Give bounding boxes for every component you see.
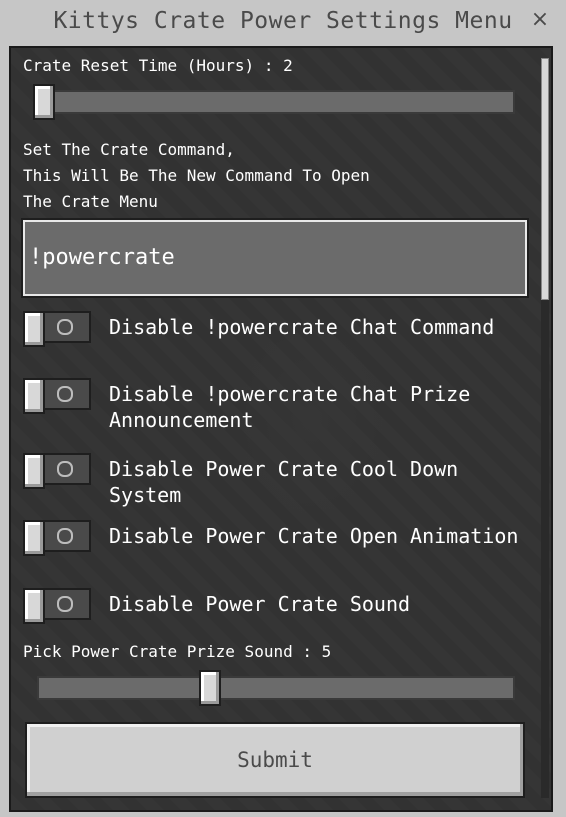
settings-form: Crate Reset Time (Hours) : 2 Set The Cra… xyxy=(11,48,551,810)
toggle-knob xyxy=(23,378,45,414)
command-description-line-1: Set The Crate Command, xyxy=(23,140,235,159)
toggle-off-icon xyxy=(57,461,73,477)
reset-time-slider-thumb[interactable] xyxy=(33,84,55,120)
toggle-label-prize-announcement: Disable !powercrate Chat Prize Announcem… xyxy=(109,382,471,432)
toggle-knob xyxy=(23,520,45,556)
toggle-knob xyxy=(23,588,45,624)
toggle-disable-prize-announcement[interactable] xyxy=(23,378,91,414)
toggle-disable-cooldown[interactable] xyxy=(23,453,91,489)
toggle-label-open-animation: Disable Power Crate Open Animation xyxy=(109,524,519,548)
prize-sound-label: Pick Power Crate Prize Sound : 5 xyxy=(23,642,332,661)
window-title: Kittys Crate Power Settings Menu xyxy=(53,8,513,34)
command-description-line-3: The Crate Menu xyxy=(23,192,158,211)
settings-panel: Crate Reset Time (Hours) : 2 Set The Cra… xyxy=(9,46,553,812)
toggle-disable-sound[interactable] xyxy=(23,588,91,624)
submit-button[interactable]: Submit xyxy=(25,722,525,798)
title-bar: Kittys Crate Power Settings Menu × xyxy=(0,0,566,46)
toggle-label-cooldown: Disable Power Crate Cool Down System xyxy=(109,457,459,507)
prize-sound-slider-track[interactable] xyxy=(37,676,515,700)
toggle-disable-chat-command[interactable] xyxy=(23,311,91,347)
reset-time-slider-track[interactable] xyxy=(41,90,515,114)
scrollbar-thumb[interactable] xyxy=(541,58,549,300)
toggle-off-icon xyxy=(57,528,73,544)
toggle-off-icon xyxy=(57,319,73,335)
toggle-off-icon xyxy=(57,386,73,402)
toggle-off-icon xyxy=(57,596,73,612)
scrollbar[interactable] xyxy=(541,58,549,798)
close-icon[interactable]: × xyxy=(528,8,552,32)
toggle-knob xyxy=(23,453,45,489)
command-description-line-2: This Will Be The New Command To Open xyxy=(23,166,370,185)
settings-window: Kittys Crate Power Settings Menu × Crate… xyxy=(0,0,566,817)
crate-command-input[interactable]: !powercrate xyxy=(21,218,529,298)
toggle-label-sound: Disable Power Crate Sound xyxy=(109,592,411,616)
reset-time-label: Crate Reset Time (Hours) : 2 xyxy=(23,56,293,75)
prize-sound-slider-thumb[interactable] xyxy=(199,670,221,706)
toggle-disable-open-animation[interactable] xyxy=(23,520,91,556)
toggle-label-chat-command: Disable !powercrate Chat Command xyxy=(109,315,495,339)
toggle-knob xyxy=(23,311,45,347)
